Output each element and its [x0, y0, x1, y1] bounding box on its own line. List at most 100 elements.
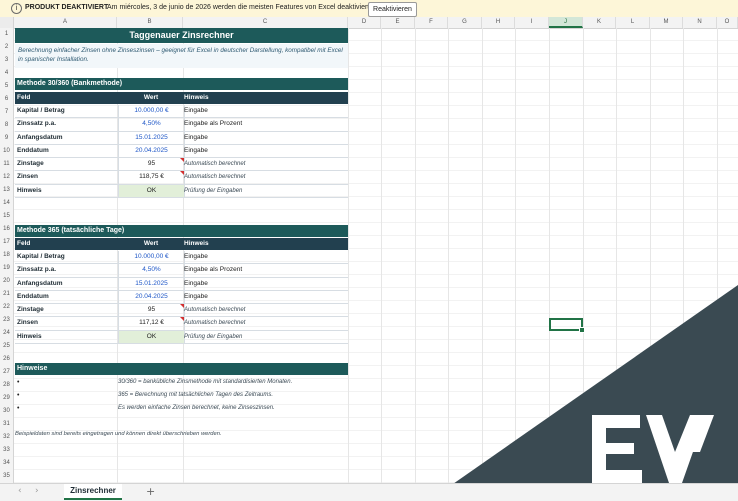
value-cell[interactable]: 117,12 €	[118, 317, 185, 330]
row-header[interactable]: 8	[0, 119, 13, 132]
hint-text: Eingabe	[184, 292, 208, 300]
table-row: Zinssatz p.a. 4,50% Eingabe als Prozent	[15, 264, 348, 278]
row-header[interactable]: 12	[0, 171, 13, 184]
column-header-o[interactable]: O	[717, 17, 738, 28]
column-header-c[interactable]: C	[183, 17, 348, 28]
table-row: Kapital / Betrag 10.000,00 € Eingabe	[15, 105, 348, 119]
value-cell[interactable]: 118,75 €	[118, 171, 185, 184]
field-label: Zinssatz p.a.	[17, 266, 57, 274]
sheet-title[interactable]: Taggenauer Zinsrechner	[15, 28, 348, 43]
column-header-b[interactable]: B	[117, 17, 183, 28]
row-header[interactable]: 23	[0, 314, 13, 327]
row-header[interactable]: 30	[0, 405, 13, 418]
value-cell[interactable]: OK	[118, 184, 185, 198]
column-header-f[interactable]: F	[415, 17, 448, 28]
value-input-cell[interactable]: 15.01.2025	[118, 277, 185, 290]
row-header[interactable]: 4	[0, 67, 13, 80]
sheet-tab-zinsrechner[interactable]: Zinsrechner	[64, 484, 122, 500]
value-input-cell[interactable]: 10.000,00 €	[118, 251, 185, 264]
note-row[interactable]: • Es werden einfache Zinsen berechnet, k…	[15, 402, 348, 415]
row-header[interactable]: 17	[0, 236, 13, 249]
note-row[interactable]: • 365 = Berechnung mit tatsächlichen Tag…	[15, 389, 348, 402]
field-label: Anfangsdatum	[17, 133, 63, 141]
chevron-left-icon[interactable]: ‹	[18, 486, 22, 496]
row-header[interactable]: 7	[0, 106, 13, 119]
row-header[interactable]: 14	[0, 197, 13, 210]
column-header-i[interactable]: I	[515, 17, 549, 28]
column-header-n[interactable]: N	[683, 17, 717, 28]
row-header[interactable]: 13	[0, 184, 13, 197]
row-header[interactable]: 27	[0, 366, 13, 379]
row-header[interactable]: 5	[0, 80, 13, 93]
row-header[interactable]: 16	[0, 223, 13, 236]
row-header[interactable]: 32	[0, 431, 13, 444]
active-cell-selection[interactable]	[549, 318, 585, 333]
header-feld: Feld	[17, 94, 31, 101]
field-label: Kapital / Betrag	[17, 107, 65, 114]
value-cell[interactable]: 95	[118, 158, 185, 171]
row-header[interactable]: 31	[0, 418, 13, 431]
method1-table-header: Feld Wert Hinweis	[15, 92, 348, 104]
row-header[interactable]: 33	[0, 444, 13, 457]
row-header[interactable]: 35	[0, 470, 13, 483]
value-input-cell[interactable]: 10.000,00 €	[118, 105, 185, 118]
row-header[interactable]: 20	[0, 275, 13, 288]
row-header[interactable]: 9	[0, 132, 13, 145]
field-label: Enddatum	[17, 146, 49, 154]
field-label: Zinstage	[17, 160, 44, 168]
reactivate-button[interactable]: Reaktivieren	[368, 2, 417, 17]
comment-indicator-icon[interactable]	[180, 171, 184, 176]
column-header-l[interactable]: L	[616, 17, 650, 28]
sheet-description[interactable]: Berechnung einfacher Zinsen ohne Zinsesz…	[15, 44, 348, 68]
column-header-g[interactable]: G	[448, 17, 482, 28]
value-input-cell[interactable]: 20.04.2025	[118, 144, 185, 158]
gridline	[415, 28, 416, 483]
row-header[interactable]: 3	[0, 54, 13, 67]
hint-text: Eingabe	[184, 253, 208, 260]
method1-heading[interactable]: Methode 30/360 (Bankmethode)	[15, 78, 348, 90]
gridline	[717, 28, 718, 483]
comment-indicator-icon[interactable]	[180, 304, 184, 309]
chevron-right-icon[interactable]: ›	[35, 486, 39, 496]
row-header[interactable]: 1	[0, 28, 13, 41]
row-header[interactable]: 18	[0, 249, 13, 262]
value-input-cell[interactable]: 4,50%	[118, 118, 185, 131]
row-header[interactable]: 2	[0, 41, 13, 54]
row-header[interactable]: 11	[0, 158, 13, 171]
row-header[interactable]: 15	[0, 210, 13, 223]
row-header[interactable]: 21	[0, 288, 13, 301]
value-cell[interactable]: 95	[118, 304, 185, 317]
value-cell[interactable]: OK	[118, 330, 185, 344]
row-header[interactable]: 29	[0, 392, 13, 405]
row-header[interactable]: 24	[0, 327, 13, 340]
notes-heading[interactable]: Hinweise	[15, 363, 348, 375]
row-header[interactable]: 34	[0, 457, 13, 470]
row-header[interactable]: 19	[0, 262, 13, 275]
column-header-m[interactable]: M	[650, 17, 683, 28]
row-header[interactable]: 22	[0, 301, 13, 314]
column-header-j[interactable]: J	[549, 17, 583, 28]
row-header[interactable]: 10	[0, 145, 13, 158]
comment-indicator-icon[interactable]	[180, 158, 184, 163]
column-header-e[interactable]: E	[381, 17, 415, 28]
note-row[interactable]: • 30/360 = bankübliche Zinsmethode mit s…	[15, 376, 348, 389]
table-row: Anfangsdatum 15.01.2025 Eingabe	[15, 277, 348, 291]
row-header[interactable]: 28	[0, 379, 13, 392]
column-header-h[interactable]: H	[482, 17, 515, 28]
column-header-k[interactable]: K	[583, 17, 616, 28]
value-input-cell[interactable]: 4,50%	[118, 264, 185, 277]
column-header-d[interactable]: D	[348, 17, 381, 28]
select-all-corner[interactable]	[0, 17, 14, 28]
comment-indicator-icon[interactable]	[180, 317, 184, 322]
value-input-cell[interactable]: 20.04.2025	[118, 290, 185, 304]
row-header[interactable]: 26	[0, 353, 13, 366]
plus-icon[interactable]: +	[146, 485, 155, 498]
column-header-a[interactable]: A	[14, 17, 117, 28]
row-header[interactable]: 25	[0, 340, 13, 353]
footnote[interactable]: Beispieldaten sind bereits eingetragen u…	[15, 431, 222, 437]
table-row: Zinssatz p.a. 4,50% Eingabe als Prozent	[15, 118, 348, 132]
row-header[interactable]: 6	[0, 93, 13, 106]
note-text: 365 = Berechnung mit tatsächlichen Tagen…	[118, 392, 274, 398]
method2-heading[interactable]: Methode 365 (tatsächliche Tage)	[15, 225, 348, 237]
value-input-cell[interactable]: 15.01.2025	[118, 131, 185, 144]
